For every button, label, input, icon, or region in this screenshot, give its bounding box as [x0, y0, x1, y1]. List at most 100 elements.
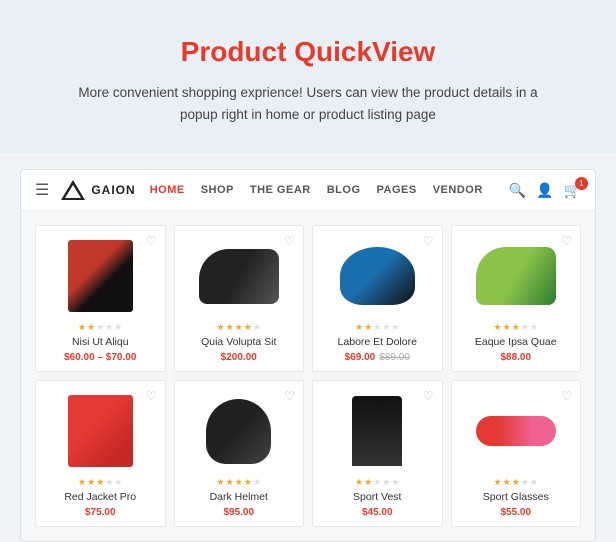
logo-text: GAION: [91, 183, 135, 197]
product-card: ♡ ★★★★★ Sport Glasses $55.00: [451, 380, 582, 527]
nav-link-blog[interactable]: BLOG: [327, 184, 361, 196]
wishlist-icon[interactable]: ♡: [561, 389, 572, 403]
star-icon: ★: [503, 322, 511, 333]
star-icon: ★: [355, 322, 363, 333]
product-stars: ★★★★★: [44, 322, 157, 333]
product-stars: ★★★★★: [183, 477, 296, 488]
star-icon: ★: [226, 477, 234, 488]
wishlist-icon[interactable]: ♡: [284, 234, 295, 248]
product-card: ♡ ★★★★★ Nisi Ut Aliqu $60.00 – $70.00: [35, 225, 166, 372]
product-stars: ★★★★★: [44, 477, 157, 488]
product-name: Quia Volupta Sit: [183, 336, 296, 348]
nav-icons: 🔍 👤 🛒1: [509, 182, 581, 199]
product-stars: ★★★★★: [321, 322, 434, 333]
product-price-container: $55.00: [460, 507, 573, 518]
product-image: [321, 236, 434, 316]
product-image: [460, 236, 573, 316]
product-image: [183, 391, 296, 471]
product-card: ♡ ★★★★★ Eaque Ipsa Quae $88.00: [451, 225, 582, 372]
star-icon: ★: [364, 477, 372, 488]
wishlist-icon[interactable]: ♡: [146, 389, 157, 403]
star-icon: ★: [78, 477, 86, 488]
product-name: Dark Helmet: [183, 491, 296, 503]
product-price: $88.00: [500, 352, 531, 363]
product-card: ♡ ★★★★★ Labore Et Dolore $69.00$89.00: [312, 225, 443, 372]
star-icon: ★: [494, 322, 502, 333]
product-price: $95.00: [223, 507, 254, 518]
star-icon: ★: [217, 322, 225, 333]
star-icon: ★: [494, 477, 502, 488]
search-icon[interactable]: 🔍: [509, 182, 526, 199]
nav-links: HOME SHOP THE GEAR BLOG PAGES VENDOR: [150, 184, 509, 196]
product-price: $200.00: [221, 352, 257, 363]
user-icon[interactable]: 👤: [536, 182, 553, 199]
star-icon: ★: [114, 322, 122, 333]
hero-section: Product QuickView More convenient shoppi…: [0, 0, 616, 153]
product-image: [460, 391, 573, 471]
product-name: Sport Glasses: [460, 491, 573, 503]
product-image: [44, 391, 157, 471]
logo[interactable]: GAION: [59, 178, 135, 202]
star-icon: ★: [217, 477, 225, 488]
product-name: Red Jacket Pro: [44, 491, 157, 503]
star-icon: ★: [253, 477, 261, 488]
product-price-container: $69.00$89.00: [321, 352, 434, 363]
nav-link-pages[interactable]: PAGES: [377, 184, 417, 196]
product-price-container: $45.00: [321, 507, 434, 518]
star-icon: ★: [105, 322, 113, 333]
product-price-container: $88.00: [460, 352, 573, 363]
product-price-container: $75.00: [44, 507, 157, 518]
star-icon: ★: [521, 322, 529, 333]
product-name: Sport Vest: [321, 491, 434, 503]
star-icon: ★: [373, 322, 381, 333]
star-icon: ★: [530, 322, 538, 333]
product-price: $55.00: [500, 507, 531, 518]
hero-description: More convenient shopping exprience! User…: [60, 82, 556, 125]
star-icon: ★: [373, 477, 381, 488]
nav-link-home[interactable]: HOME: [150, 184, 185, 196]
product-name: Eaque Ipsa Quae: [460, 336, 573, 348]
star-icon: ★: [244, 477, 252, 488]
star-icon: ★: [503, 477, 511, 488]
star-icon: ★: [244, 322, 252, 333]
star-icon: ★: [78, 322, 86, 333]
star-icon: ★: [96, 322, 104, 333]
page-title: Product QuickView: [60, 36, 556, 68]
product-card: ♡ ★★★★★ Sport Vest $45.00: [312, 380, 443, 527]
product-stars: ★★★★★: [460, 322, 573, 333]
star-icon: ★: [96, 477, 104, 488]
star-icon: ★: [382, 322, 390, 333]
product-card: ♡ ★★★★★ Red Jacket Pro $75.00: [35, 380, 166, 527]
product-price: $60.00 – $70.00: [64, 352, 136, 363]
wishlist-icon[interactable]: ♡: [423, 234, 434, 248]
product-price-container: $200.00: [183, 352, 296, 363]
product-image: [44, 236, 157, 316]
star-icon: ★: [235, 477, 243, 488]
product-stars: ★★★★★: [321, 477, 434, 488]
product-price: $45.00: [362, 507, 393, 518]
cart-icon[interactable]: 🛒1: [564, 182, 581, 199]
star-icon: ★: [382, 477, 390, 488]
star-icon: ★: [512, 322, 520, 333]
wishlist-icon[interactable]: ♡: [284, 389, 295, 403]
product-image: [183, 236, 296, 316]
wishlist-icon[interactable]: ♡: [561, 234, 572, 248]
nav-link-shop[interactable]: SHOP: [201, 184, 234, 196]
browser-frame: ☰ GAION HOMESHOPTHE GEARBLOGPAGESVENDOR …: [20, 169, 596, 542]
wishlist-icon[interactable]: ♡: [423, 389, 434, 403]
star-icon: ★: [114, 477, 122, 488]
star-icon: ★: [391, 322, 399, 333]
product-card: ♡ ★★★★★ Quia Volupta Sit $200.00: [174, 225, 305, 372]
star-icon: ★: [530, 477, 538, 488]
product-grid: ♡ ★★★★★ Nisi Ut Aliqu $60.00 – $70.00 ♡ …: [21, 211, 595, 541]
wishlist-icon[interactable]: ♡: [146, 234, 157, 248]
product-price-container: $95.00: [183, 507, 296, 518]
star-icon: ★: [391, 477, 399, 488]
product-name: Nisi Ut Aliqu: [44, 336, 157, 348]
product-name: Labore Et Dolore: [321, 336, 434, 348]
nav-link-the-gear[interactable]: THE GEAR: [250, 184, 311, 196]
hamburger-icon[interactable]: ☰: [35, 180, 49, 200]
star-icon: ★: [521, 477, 529, 488]
nav-link-vendor[interactable]: VENDOR: [433, 184, 483, 196]
product-stars: ★★★★★: [460, 477, 573, 488]
